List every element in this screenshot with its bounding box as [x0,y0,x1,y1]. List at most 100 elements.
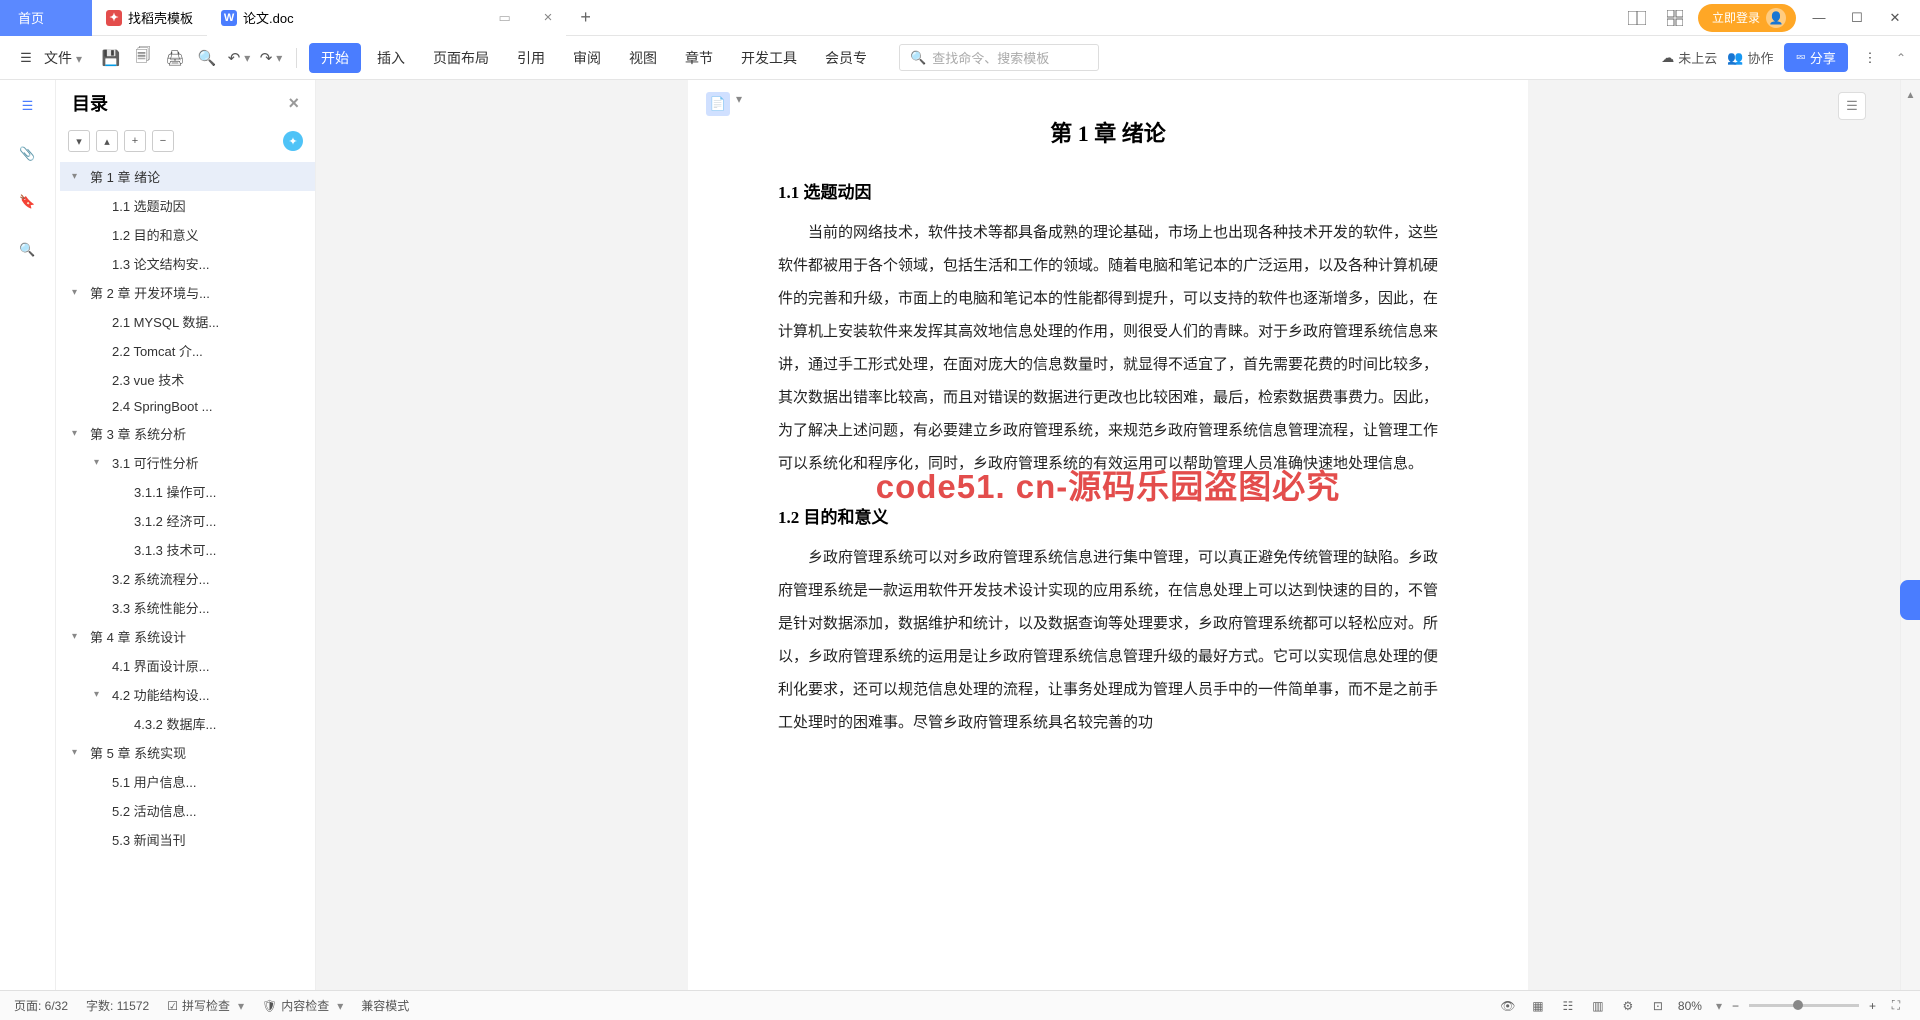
close-icon[interactable]: × [544,9,553,26]
outline-item-2[interactable]: 1.2 目的和意义 [60,220,315,249]
print-icon[interactable]: 🖨 [162,45,188,71]
outline-item-13[interactable]: 3.1.3 技术可... [60,535,315,564]
zoom-in-button[interactable]: + [1869,999,1876,1013]
spellcheck-toggle[interactable]: ☑拼写检查▾ [167,997,244,1014]
outline-item-22[interactable]: 5.2 活动信息... [60,796,315,825]
menu-tab-1[interactable]: 插入 [365,43,417,73]
scroll-up-icon[interactable]: ▲ [1906,90,1916,101]
menu-tab-5[interactable]: 视图 [617,43,669,73]
document-icon[interactable]: 🗐 [130,45,156,71]
outline-item-1[interactable]: 1.1 选题动因 [60,191,315,220]
outline-item-16[interactable]: ▾第 4 章 系统设计 [60,622,315,651]
outline-panel: 目录 × ▾ ▴ + − ✦ ▾第 1 章 绪论1.1 选题动因1.2 目的和意… [56,80,316,990]
collapse-all-button[interactable]: ▾ [68,130,90,152]
file-menu[interactable]: 文件▾ [44,48,82,68]
undo-icon[interactable]: ↶▾ [226,45,252,71]
grid-icon[interactable] [1660,3,1690,33]
fullscreen-icon[interactable]: ⛶ [1886,996,1906,1016]
right-scrollbar[interactable]: ▲ [1900,80,1920,990]
new-tab-button[interactable]: + [566,7,605,28]
tab-template[interactable]: ✦ 找稻壳模板 [92,0,207,36]
share-icon: ⮹ [1796,50,1806,66]
save-icon[interactable]: 💾 [98,45,124,71]
zoom-fit-icon[interactable]: ⊡ [1648,996,1668,1016]
collapse-ribbon-icon[interactable]: ⌃ [1896,51,1906,65]
outline-item-6[interactable]: 2.2 Tomcat 介... [60,336,315,365]
outline-item-19[interactable]: 4.3.2 数据库... [60,709,315,738]
bookmark-rail-icon[interactable]: 🔖 [16,190,40,214]
minimize-button[interactable]: — [1804,5,1834,31]
outline-item-9[interactable]: ▾第 3 章 系统分析 [60,419,315,448]
outline-item-21[interactable]: 5.1 用户信息... [60,767,315,796]
document-page[interactable]: 📄 ▾ 第 1 章 绪论 1.1 选题动因 当前的网络技术，软件技术等都具备成熟… [688,80,1528,990]
page-tool-icon[interactable]: 📄 [706,92,730,116]
tab-document[interactable]: W 论文.doc ▭ × [207,0,566,36]
share-button[interactable]: ⮹分享 [1784,43,1848,72]
hamburger-icon[interactable]: ☰ [14,46,38,70]
outline-item-4[interactable]: ▾第 2 章 开发环境与... [60,278,315,307]
settings-icon[interactable]: ⚙ [1618,996,1638,1016]
zoom-out-button[interactable]: − [1732,999,1739,1013]
outline-item-0[interactable]: ▾第 1 章 绪论 [60,162,315,191]
reading-view-icon[interactable]: 👁 [1498,996,1518,1016]
outline-item-5[interactable]: 2.1 MYSQL 数据... [60,307,315,336]
command-search[interactable]: 🔍 查找命令、搜索模板 [899,44,1099,71]
word-count[interactable]: 字数: 11572 [86,997,149,1014]
page-indicator[interactable]: 页面: 6/32 [14,997,68,1014]
level-up-button[interactable]: + [124,130,146,152]
menu-tab-7[interactable]: 开发工具 [729,43,809,73]
outline-item-7[interactable]: 2.3 vue 技术 [60,365,315,394]
clip-rail-icon[interactable]: 📎 [16,142,40,166]
menu-tab-3[interactable]: 引用 [505,43,557,73]
outline-close-icon[interactable]: × [288,93,299,114]
window-close-button[interactable]: ✕ [1880,5,1910,31]
check-icon: ☑ [167,999,178,1013]
outline-rail-icon[interactable]: ☰ [16,94,40,118]
menu-tab-0[interactable]: 开始 [309,43,361,73]
outline-item-17[interactable]: 4.1 界面设计原... [60,651,315,680]
menu-tab-6[interactable]: 章节 [673,43,725,73]
page-view-icon[interactable]: ▦ [1528,996,1548,1016]
outline-item-11[interactable]: 3.1.1 操作可... [60,477,315,506]
collab-button[interactable]: 👥协作 [1727,48,1773,67]
outline-view-icon[interactable]: ☷ [1558,996,1578,1016]
cloud-status[interactable]: ☁未上云 [1661,48,1717,67]
expand-all-button[interactable]: ▴ [96,130,118,152]
more-icon[interactable]: ⋮ [1858,46,1882,70]
cloud-icon: ☁ [1661,50,1674,66]
outline-item-10[interactable]: ▾3.1 可行性分析 [60,448,315,477]
login-button[interactable]: 立即登录 👤 [1698,4,1796,32]
layout-icon[interactable] [1622,3,1652,33]
menu-tab-8[interactable]: 会员专 [813,43,879,73]
outline-item-23[interactable]: 5.3 新闻当刊 [60,825,315,854]
sidebar-toggle-icon[interactable]: ☰ [1838,92,1866,120]
zoom-slider[interactable] [1749,1004,1859,1007]
search-placeholder: 查找命令、搜索模板 [932,48,1049,67]
outline-item-15[interactable]: 3.3 系统性能分... [60,593,315,622]
titlebar: 首页 ✦ 找稻壳模板 W 论文.doc ▭ × + 立即登录 👤 — ☐ ✕ [0,0,1920,36]
web-view-icon[interactable]: ▥ [1588,996,1608,1016]
outline-item-8[interactable]: 2.4 SpringBoot ... [60,394,315,419]
outline-item-18[interactable]: ▾4.2 功能结构设... [60,680,315,709]
side-tab-button[interactable] [1900,580,1920,620]
outline-item-20[interactable]: ▾第 5 章 系统实现 [60,738,315,767]
search-rail-icon[interactable]: 🔍 [16,238,40,262]
page-tool-dropdown[interactable]: ▾ [736,92,742,116]
preview-icon[interactable]: 🔍 [194,45,220,71]
document-area: 📄 ▾ 第 1 章 绪论 1.1 选题动因 当前的网络技术，软件技术等都具备成熟… [316,80,1900,990]
statusbar: 页面: 6/32 字数: 11572 ☑拼写检查▾ 🛡内容检查▾ 兼容模式 👁 … [0,990,1920,1020]
outline-hint-icon[interactable]: ✦ [283,131,303,151]
maximize-button[interactable]: ☐ [1842,5,1872,31]
tab-home[interactable]: 首页 [0,0,92,36]
menu-tab-4[interactable]: 审阅 [561,43,613,73]
compat-mode[interactable]: 兼容模式 [361,997,409,1014]
content-check-toggle[interactable]: 🛡内容检查▾ [262,997,343,1014]
zoom-level[interactable]: 80% [1678,999,1702,1013]
menu-tab-2[interactable]: 页面布局 [421,43,501,73]
outline-item-14[interactable]: 3.2 系统流程分... [60,564,315,593]
level-down-button[interactable]: − [152,130,174,152]
redo-icon[interactable]: ↷▾ [258,45,284,71]
screen-icon[interactable]: ▭ [490,3,520,33]
outline-item-3[interactable]: 1.3 论文结构安... [60,249,315,278]
outline-item-12[interactable]: 3.1.2 经济可... [60,506,315,535]
